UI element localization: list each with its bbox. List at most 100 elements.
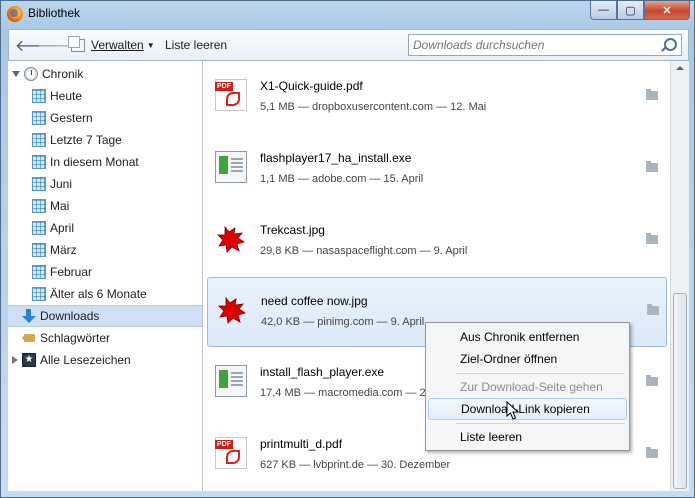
menu-item-open-containing-folder[interactable]: Ziel-Ordner öffnen: [428, 348, 627, 370]
calendar-icon: [32, 243, 46, 257]
scroll-up-icon[interactable]: [676, 66, 684, 70]
calendar-icon: [32, 111, 46, 125]
calendar-icon: [32, 287, 46, 301]
window-title: Bibliothek: [28, 6, 81, 20]
scrollbar-thumb[interactable]: [673, 293, 687, 489]
organize-menu-button[interactable]: Verwalten ▼: [68, 30, 155, 60]
menu-separator: [456, 423, 625, 424]
calendar-icon: [32, 221, 46, 235]
download-details: 17,4 MB — macromedia.com — 2: [260, 387, 426, 399]
sidebar-item-label: Gestern: [50, 111, 93, 125]
exe-file-icon: [215, 151, 247, 183]
folder-icon[interactable]: [646, 233, 658, 244]
expanded-twisty-icon[interactable]: [12, 71, 20, 77]
sidebar-item-downloads[interactable]: Downloads: [8, 305, 202, 327]
sidebar-item-all-bookmarks[interactable]: ★ Alle Lesezeichen: [8, 349, 202, 371]
search-icon[interactable]: [664, 38, 677, 51]
download-details: 42,0 KB — pinimg.com — 9. April: [261, 316, 425, 328]
download-filename: printmulti_d.pdf: [260, 437, 343, 451]
folder-icon[interactable]: [647, 304, 659, 315]
sidebar-item-label: Februar: [50, 265, 93, 279]
download-arrow-icon: [22, 309, 36, 323]
sidebar-item-older[interactable]: Älter als 6 Monate: [8, 283, 202, 305]
maximize-button[interactable]: ▢: [617, 1, 644, 20]
download-filename: install_flash_player.exe: [260, 365, 385, 379]
pdf-file-icon: PDF: [215, 437, 247, 469]
menu-item-remove-from-history[interactable]: Aus Chronik entfernen: [428, 326, 627, 348]
mouse-pointer-icon: [506, 401, 520, 420]
clock-icon: [24, 67, 38, 81]
context-menu: Aus Chronik entfernen Ziel-Ordner öffnen…: [425, 322, 630, 451]
download-filename: need coffee now.jpg: [261, 294, 368, 308]
sidebar-item-label: Chronik: [42, 67, 84, 81]
calendar-icon: [32, 155, 46, 169]
sidebar-item-label: Heute: [50, 89, 83, 103]
sidebar-item-history[interactable]: Chronik: [8, 63, 202, 85]
sidebar-item-label: Alle Lesezeichen: [40, 353, 131, 367]
organize-icon: [68, 35, 85, 52]
dropdown-arrow-icon: ▼: [146, 40, 155, 50]
vertical-scrollbar[interactable]: [670, 61, 689, 491]
menu-item-clear-list[interactable]: Liste leeren: [428, 426, 627, 448]
sidebar-item-label: Älter als 6 Monate: [50, 287, 147, 301]
sidebar-item-label: Juni: [50, 177, 73, 191]
window-controls: — ▢ ✕: [590, 1, 690, 21]
sidebar-item-yesterday[interactable]: Gestern: [8, 107, 202, 129]
download-details: 5,1 MB — dropboxusercontent.com — 12. Ma…: [260, 101, 487, 113]
download-item[interactable]: Trekcast.jpg 29,8 KB — nasaspaceflight.c…: [207, 207, 667, 277]
folder-icon[interactable]: [646, 89, 658, 100]
sidebar-item-today[interactable]: Heute: [8, 85, 202, 107]
sidebar-item-label: In diesem Monat: [50, 155, 139, 169]
image-file-icon: [215, 223, 247, 255]
organize-label: Verwalten: [91, 38, 144, 52]
sidebar-item-may[interactable]: Mai: [8, 195, 202, 217]
folder-icon[interactable]: [646, 447, 658, 458]
sidebar-item-label: Schlagwörter: [40, 331, 111, 345]
sidebar-item-this-month[interactable]: In diesem Monat: [8, 151, 202, 173]
exe-file-icon: [215, 365, 247, 397]
sidebar-item-label: Mai: [50, 199, 70, 213]
sidebar-item-label: Downloads: [40, 309, 100, 323]
sidebar-item-tags[interactable]: Schlagwörter: [8, 327, 202, 349]
folder-icon[interactable]: [646, 161, 658, 172]
sidebar-item-label: April: [50, 221, 75, 235]
calendar-icon: [32, 265, 46, 279]
folder-icon[interactable]: [646, 375, 658, 386]
sidebar-item-june[interactable]: Juni: [8, 173, 202, 195]
menu-item-go-to-download-page[interactable]: Zur Download-Seite gehen: [428, 376, 627, 398]
download-details: 1,1 MB — adobe.com — 15. April: [260, 173, 424, 185]
tag-icon: [22, 332, 36, 344]
toolbar: 🡐 🡒 Verwalten ▼ Liste leeren: [8, 29, 689, 61]
collapsed-twisty-icon[interactable]: [12, 356, 18, 364]
download-details: 29,8 KB — nasaspaceflight.com — 9. April: [260, 245, 468, 257]
download-item[interactable]: flashplayer17_ha_install.exe 1,1 MB — ad…: [207, 135, 667, 205]
sidebar-item-april[interactable]: April: [8, 217, 202, 239]
menu-separator: [456, 373, 625, 374]
sidebar-item-march[interactable]: März: [8, 239, 202, 261]
calendar-icon: [32, 177, 46, 191]
close-button[interactable]: ✕: [644, 1, 690, 20]
search-input[interactable]: [409, 35, 657, 55]
image-file-icon: [216, 294, 248, 326]
clear-list-label: Liste leeren: [165, 38, 228, 52]
download-filename: Trekcast.jpg: [260, 223, 325, 237]
sidebar-item-february[interactable]: Februar: [8, 261, 202, 283]
menu-item-copy-download-link[interactable]: Download-Link kopieren: [428, 398, 627, 420]
sidebar-item-last-7-days[interactable]: Letzte 7 Tage: [8, 129, 202, 151]
clear-list-button[interactable]: Liste leeren: [165, 30, 227, 60]
bookmarks-star-icon: ★: [22, 353, 36, 367]
search-box[interactable]: [408, 34, 682, 56]
firefox-icon: [7, 6, 23, 22]
sidebar-item-label: Letzte 7 Tage: [50, 133, 122, 147]
minimize-button[interactable]: —: [590, 1, 617, 20]
library-window: Bibliothek — ▢ ✕ 🡐 🡒 Verwalten ▼ Liste l…: [0, 0, 695, 498]
download-filename: flashplayer17_ha_install.exe: [260, 151, 412, 165]
download-details: 627 KB — lvbprint.de — 30. Dezember: [260, 459, 451, 471]
download-item[interactable]: PDF X1-Quick-guide.pdf 5,1 MB — dropboxu…: [207, 63, 667, 133]
calendar-icon: [32, 89, 46, 103]
sidebar-tree: Chronik Heute Gestern Letzte 7 Tage In d…: [8, 61, 203, 491]
sidebar-item-label: März: [50, 243, 77, 257]
title-bar[interactable]: Bibliothek — ▢ ✕: [1, 1, 694, 29]
download-filename: X1-Quick-guide.pdf: [260, 79, 363, 93]
pdf-file-icon: PDF: [215, 79, 247, 111]
